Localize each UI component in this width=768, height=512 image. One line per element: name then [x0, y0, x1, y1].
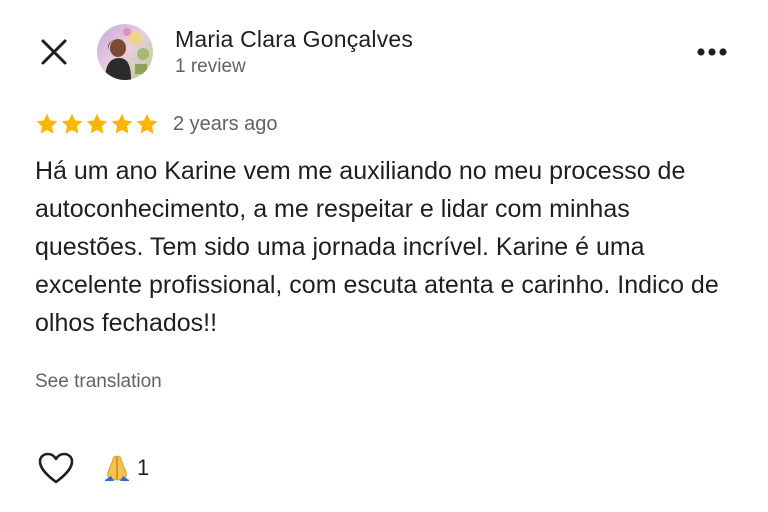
star-icon [86, 113, 108, 134]
star-icon [111, 113, 133, 134]
profile-photo [97, 24, 153, 80]
avatar[interactable] [97, 24, 153, 80]
star-icon [61, 113, 83, 134]
review-time: 2 years ago [173, 112, 278, 135]
star-rating [35, 112, 159, 136]
review-detail-page: Maria Clara Gonçalves 1 review 2 years a… [0, 0, 768, 512]
folded-hands-emoji [105, 455, 129, 481]
reaction-count: 1 [137, 455, 150, 480]
more-options-button[interactable] [690, 30, 734, 74]
see-translation-link[interactable]: See translation [35, 371, 162, 393]
more-horizontal-icon [697, 48, 727, 56]
review-body: Há um ano Karine vem me auxiliando no me… [35, 157, 719, 337]
close-button[interactable] [30, 28, 78, 76]
author-name[interactable]: Maria Clara Gonçalves [175, 26, 413, 53]
reaction-chip[interactable]: 1 [102, 452, 149, 484]
star-icon [36, 113, 58, 134]
close-icon [41, 39, 67, 65]
heart-outline-icon [38, 452, 74, 484]
like-button[interactable] [34, 446, 78, 490]
star-icon [136, 113, 158, 134]
author-review-count: 1 review [175, 56, 246, 77]
rating-row: 2 years ago [35, 110, 278, 138]
